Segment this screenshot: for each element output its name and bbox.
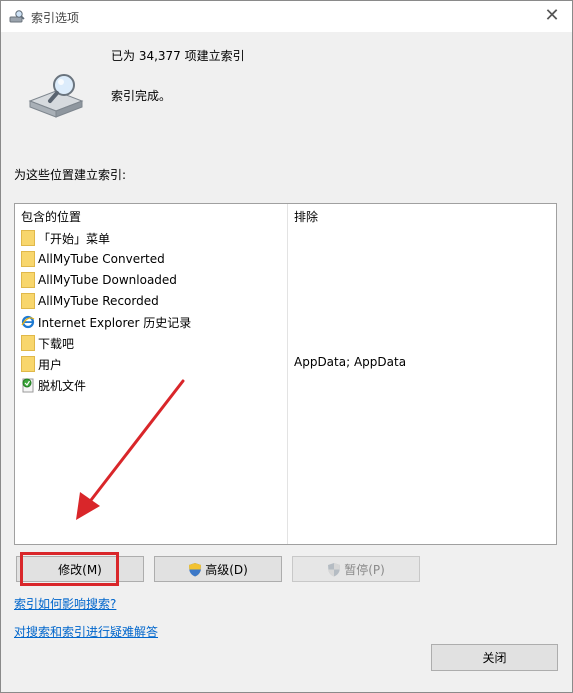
location-name: AllMyTube Recorded (38, 294, 159, 308)
indexing-status-text: 索引完成。 (111, 89, 172, 103)
exclude-header[interactable]: 排除 (294, 208, 318, 225)
how-indexing-affects-search-link[interactable]: 索引如何影响搜索? (14, 595, 116, 612)
indexing-options-icon (9, 10, 25, 23)
location-name: 用户 (38, 357, 63, 372)
list-item[interactable]: 「开始」菜单 (21, 228, 110, 248)
pause-button-label: 暂停(P) (344, 562, 385, 577)
list-item[interactable]: Internet Explorer 历史记录 (21, 312, 191, 332)
troubleshoot-link[interactable]: 对搜索和索引进行疑难解答 (14, 623, 158, 640)
close-window-icon[interactable]: ✕ (542, 6, 562, 26)
list-item[interactable]: 脱机文件 (21, 375, 86, 395)
included-locations-header[interactable]: 包含的位置 (21, 208, 81, 225)
excluded-value: AppData; AppData (294, 355, 407, 369)
uac-shield-icon (328, 562, 341, 576)
list-item[interactable]: 下载吧 (21, 333, 74, 353)
location-name: 「开始」菜单 (38, 231, 111, 246)
list-item[interactable]: AllMyTube Downloaded (21, 270, 177, 290)
pause-button[interactable]: 暂停(P) (292, 556, 420, 582)
advanced-button-label: 高级(D) (205, 562, 248, 577)
indexing-options-window: 索引选项 ✕ 已为 34,377 项建立索引 索引完成。 为这些位置建立索引: … (0, 0, 573, 693)
location-name: AllMyTube Converted (38, 252, 165, 266)
uac-shield-icon (189, 562, 202, 576)
list-item[interactable]: AllMyTube Recorded (21, 291, 159, 311)
advanced-button[interactable]: 高级(D) (154, 556, 282, 582)
modify-button[interactable]: 修改(M) (16, 556, 144, 582)
location-name: AllMyTube Downloaded (38, 273, 177, 287)
indexed-locations-list[interactable]: 包含的位置 排除 「开始」菜单 AllMyTube Converted AllM… (14, 203, 557, 545)
folder-icon (21, 356, 35, 372)
list-item[interactable]: 用户 (21, 354, 62, 374)
folder-icon (21, 272, 35, 288)
list-item[interactable]: AllMyTube Converted (21, 249, 165, 269)
close-button-label: 关闭 (482, 651, 507, 665)
indexed-count-text: 已为 34,377 项建立索引 (111, 49, 245, 63)
column-divider (287, 204, 288, 544)
folder-icon (21, 251, 35, 267)
hard-drive-magnifier-icon (28, 74, 84, 118)
close-button[interactable]: 关闭 (431, 644, 558, 671)
folder-icon (21, 293, 35, 309)
offline-files-icon (22, 378, 34, 393)
location-name: 下载吧 (38, 336, 75, 351)
locations-label: 为这些位置建立索引: (14, 168, 127, 182)
folder-icon (21, 335, 35, 351)
location-name: Internet Explorer 历史记录 (38, 315, 192, 330)
folder-icon (21, 230, 35, 246)
modify-button-label: 修改(M) (58, 562, 102, 577)
title-bar: 索引选项 ✕ (1, 1, 572, 32)
location-name: 脱机文件 (38, 378, 87, 393)
ie-icon (21, 315, 35, 329)
window-title: 索引选项 (31, 11, 80, 25)
